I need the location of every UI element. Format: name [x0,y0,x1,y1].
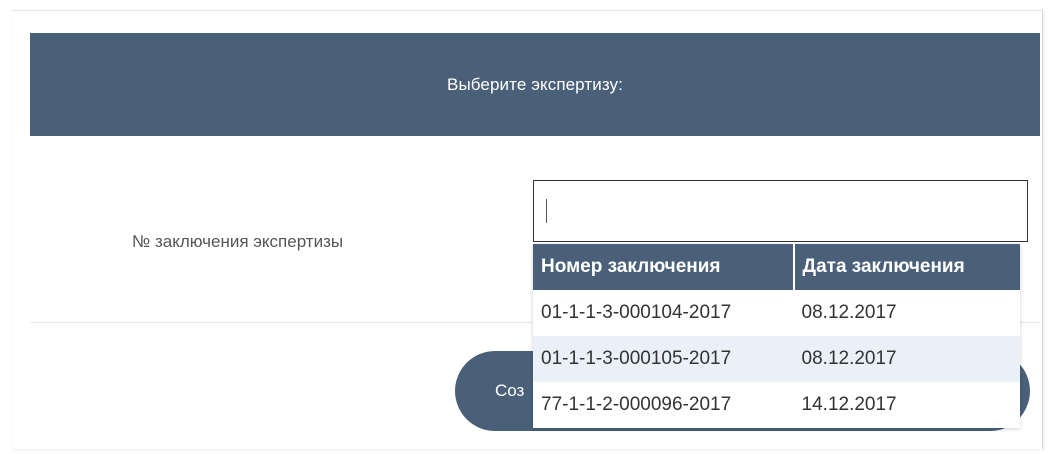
autocomplete-dropdown: Номер заключения Дата заключения 01-1-1-… [533,244,1020,428]
expertise-number-label: № заключения экспертизы [132,232,344,251]
dialog-header: Выберите экспертизу: [30,33,1040,136]
table-row[interactable]: 01-1-1-3-000104-2017 08.12.2017 [533,290,1020,336]
cell-number: 01-1-1-3-000105-2017 [533,336,794,382]
results-table: Номер заключения Дата заключения 01-1-1-… [533,244,1020,428]
cell-number: 01-1-1-3-000104-2017 [541,302,732,323]
cell-date: 08.12.2017 [801,302,897,323]
text-caret [546,199,547,223]
table-row[interactable]: 01-1-1-3-000105-2017 08.12.2017 [533,336,1020,382]
expertise-number-input[interactable] [533,180,1028,242]
column-header-number: Номер заключения [533,244,794,290]
table-row[interactable]: 77-1-1-2-000096-2017 14.12.2017 [533,382,1020,428]
column-header-date: Дата заключения [792,244,1020,290]
cell-date: 08.12.2017 [793,336,1020,382]
table-header-row: Номер заключения Дата заключения [533,244,1020,290]
cell-number: 77-1-1-2-000096-2017 [541,394,732,415]
cell-date: 14.12.2017 [801,394,897,415]
create-button-label: Соз [495,381,525,400]
dialog-title: Выберите экспертизу: [447,74,623,94]
